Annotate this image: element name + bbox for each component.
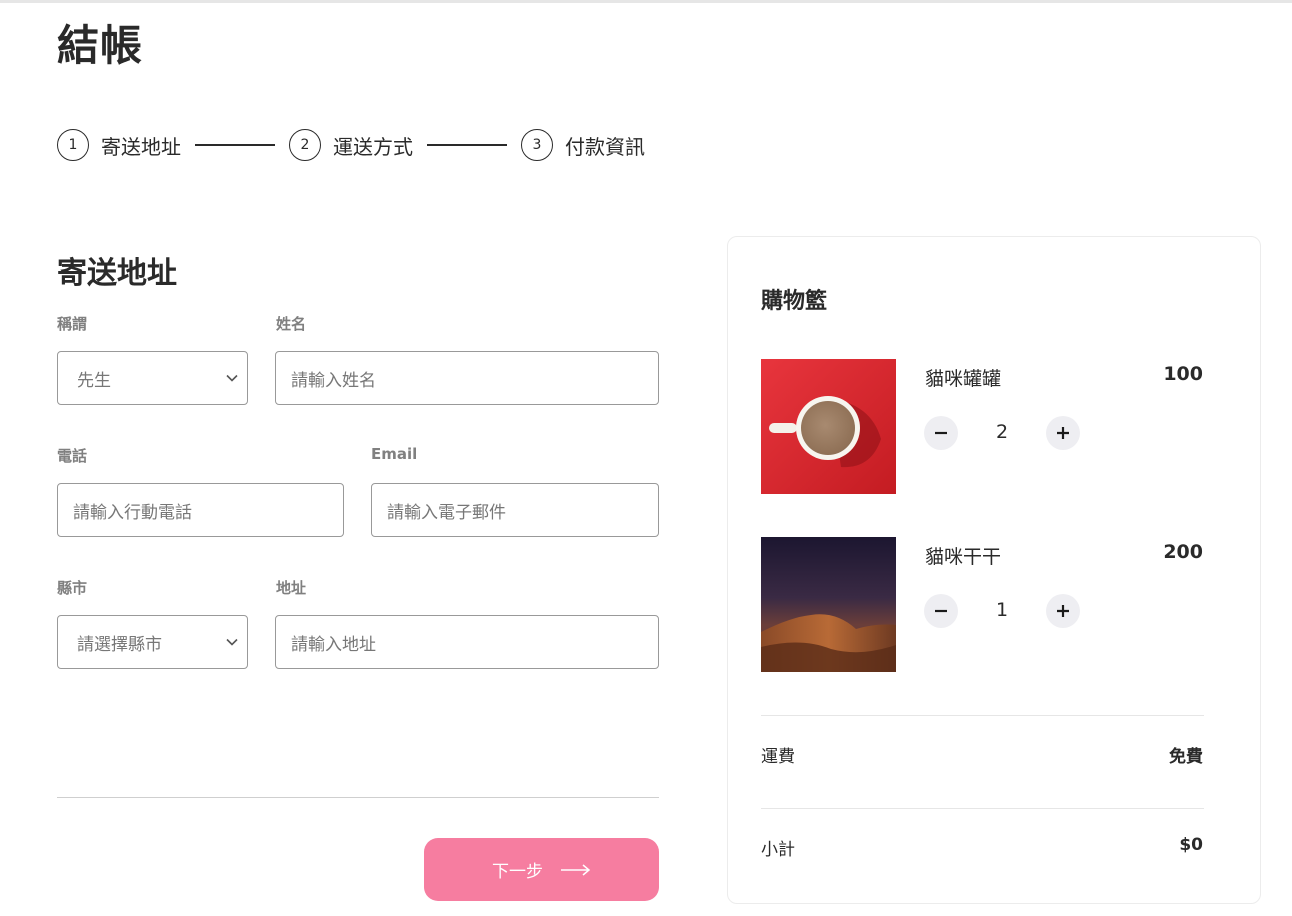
subtotal-label: 小計 <box>761 840 795 860</box>
cart-item: 貓咪罐罐 100 2 <box>761 359 1203 494</box>
item-name: 貓咪干干 <box>925 546 1002 568</box>
item-quantity: 2 <box>995 421 1009 443</box>
chevron-down-icon <box>225 635 239 649</box>
page-title: 結帳 <box>57 21 144 70</box>
minus-icon <box>935 609 947 613</box>
section-title: 寄送地址 <box>57 256 177 291</box>
item-price: 100 <box>1163 363 1203 385</box>
address-input[interactable]: 請輸入地址 <box>275 615 659 669</box>
next-step-label: 下一步 <box>492 862 543 882</box>
item-name: 貓咪罐罐 <box>925 368 1002 390</box>
step-number: 1 <box>57 129 89 161</box>
cart-item: 貓咪干干 200 1 <box>761 537 1203 672</box>
name-input[interactable]: 請輸入姓名 <box>275 351 659 405</box>
salutation-select[interactable]: 先生 <box>57 351 248 405</box>
step-connector <box>195 144 275 146</box>
phone-input[interactable]: 請輸入行動電話 <box>57 483 344 537</box>
step-label: 運送方式 <box>333 134 413 159</box>
arrow-right-icon <box>561 863 591 876</box>
step-shipping-address: 1 寄送地址 <box>57 129 181 161</box>
name-label: 姓名 <box>276 315 307 333</box>
cart-divider <box>761 715 1204 716</box>
top-border <box>0 0 1292 3</box>
item-price: 200 <box>1163 541 1203 563</box>
cart-divider <box>761 808 1204 809</box>
minus-icon <box>935 431 947 435</box>
city-select[interactable]: 請選擇縣市 <box>57 615 248 669</box>
step-label: 寄送地址 <box>101 134 181 159</box>
city-label: 縣市 <box>57 579 88 597</box>
checkout-stepper: 1 寄送地址 2 運送方式 3 付款資訊 <box>57 129 645 161</box>
subtotal-value: $0 <box>1179 835 1203 855</box>
email-label: Email <box>371 445 418 463</box>
shipping-value: 免費 <box>1169 747 1203 767</box>
step-number: 3 <box>521 129 553 161</box>
step-number: 2 <box>289 129 321 161</box>
step-connector <box>427 144 507 146</box>
salutation-label: 稱謂 <box>57 315 88 333</box>
step-shipping-method: 2 運送方式 <box>289 129 413 161</box>
address-label: 地址 <box>276 579 307 597</box>
step-payment-info: 3 付款資訊 <box>521 129 645 161</box>
salutation-value: 先生 <box>77 370 111 391</box>
step-label: 付款資訊 <box>565 134 645 159</box>
increase-quantity-button[interactable] <box>1046 416 1080 450</box>
item-quantity: 1 <box>995 599 1009 621</box>
decrease-quantity-button[interactable] <box>924 416 958 450</box>
city-value: 請選擇縣市 <box>77 634 162 655</box>
increase-quantity-button[interactable] <box>1046 594 1080 628</box>
form-divider <box>57 797 659 798</box>
decrease-quantity-button[interactable] <box>924 594 958 628</box>
desert-night-image <box>761 537 896 672</box>
chevron-down-icon <box>225 371 239 385</box>
shipping-label: 運費 <box>761 747 795 767</box>
cart-title: 購物籃 <box>761 289 828 314</box>
plus-icon <box>1057 605 1069 617</box>
cart-panel: 購物籃 貓咪罐罐 100 2 貓咪干干 200 1 運費 免費 小計 $0 <box>727 236 1261 904</box>
next-step-button[interactable]: 下一步 <box>424 838 659 901</box>
plus-icon <box>1057 427 1069 439</box>
phone-label: 電話 <box>57 447 88 465</box>
email-input[interactable]: 請輸入電子郵件 <box>371 483 659 537</box>
coffee-cup-image <box>761 359 896 494</box>
